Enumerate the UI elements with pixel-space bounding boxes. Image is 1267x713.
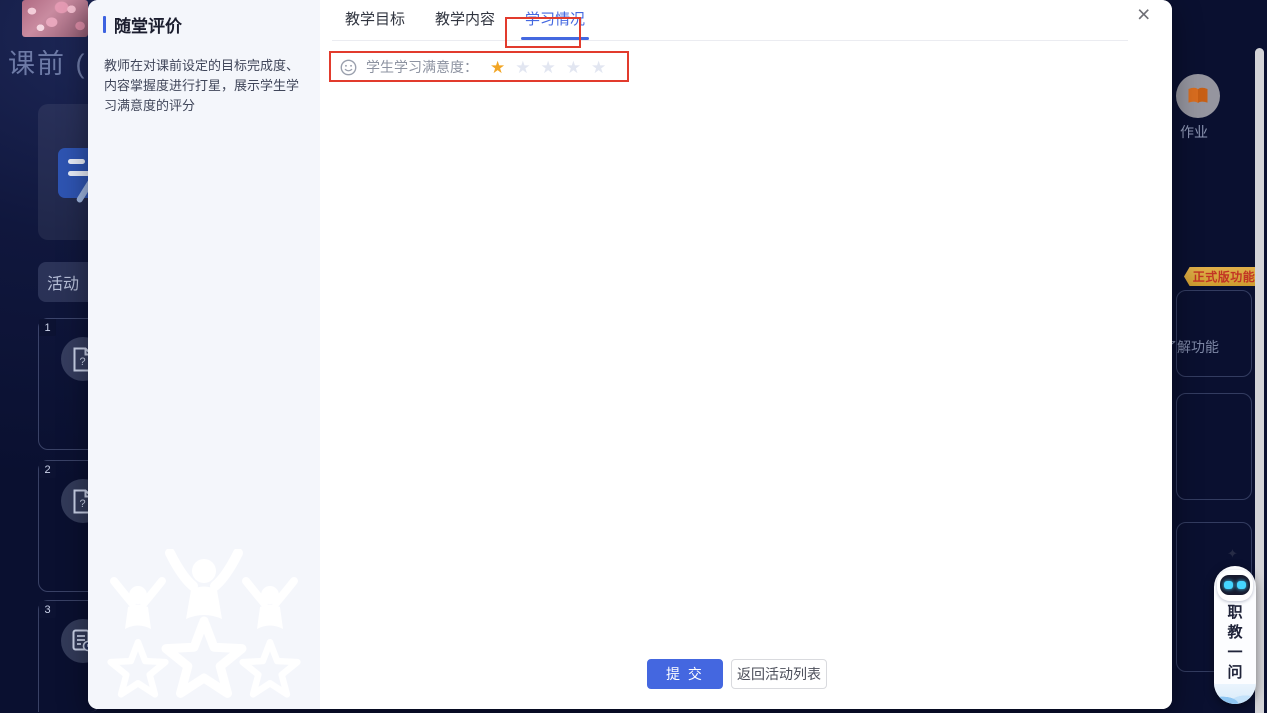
tab-teaching-content[interactable]: 教学内容	[435, 0, 495, 40]
star-icon[interactable]: ★	[566, 59, 581, 76]
pre-class-section-label: 课前 (	[8, 42, 87, 81]
course-cover-image	[22, 0, 88, 37]
activity-pill-label: 活动	[47, 270, 79, 294]
wave-decoration	[1214, 684, 1256, 704]
star-icon[interactable]: ★	[515, 59, 530, 76]
activity-number-badge: 2	[39, 461, 56, 478]
svg-text:?: ?	[79, 356, 85, 368]
sparkle-icon: ✦	[1227, 546, 1238, 562]
assistant-widget[interactable]: 职 教 一 问	[1214, 566, 1256, 704]
star-icon[interactable]: ★	[490, 59, 505, 76]
activity-number-badge: 1	[39, 319, 56, 336]
tab-learning-status[interactable]: 学习情况	[525, 0, 585, 40]
rating-label: 学生学习满意度：	[366, 57, 478, 77]
tabs-row: 教学目标 教学内容 学习情况	[332, 0, 1128, 41]
activity-number-badge: 3	[39, 601, 56, 618]
smiley-icon	[340, 59, 357, 76]
footer-actions: 提 交 返回活动列表	[647, 659, 827, 689]
homework-label: 作业	[1180, 122, 1208, 142]
modal-main: 教学目标 教学内容 学习情况 学生学习满意度： ★ ★ ★ ★	[320, 0, 1172, 709]
back-to-activity-list-button[interactable]: 返回活动列表	[731, 659, 827, 689]
screen: 课前 ( 活动 1 ? 2 ? 3 作业 正式版功能 了解功能 ✦	[0, 0, 1267, 713]
submit-button[interactable]: 提 交	[647, 659, 723, 689]
modal-title: 随堂评价	[114, 12, 182, 37]
star-icon[interactable]: ★	[591, 59, 606, 76]
background-feature-card	[1176, 393, 1252, 500]
close-icon[interactable]: ×	[1137, 2, 1150, 26]
tab-teaching-goals[interactable]: 教学目标	[345, 0, 405, 40]
modal-description: 教师在对课前设定的目标完成度、内容掌握度进行打星，展示学生学习满意度的评分	[104, 56, 306, 116]
celebration-stars-illustration	[98, 549, 310, 709]
svg-text:?: ?	[79, 498, 85, 510]
satisfaction-rating-row: 学生学习满意度： ★ ★ ★ ★ ★	[340, 55, 606, 79]
star-icon[interactable]: ★	[541, 59, 556, 76]
robot-icon	[1217, 570, 1253, 601]
homework-icon[interactable]	[1176, 74, 1220, 118]
title-accent-bar	[103, 16, 106, 33]
in-class-evaluation-modal: 随堂评价 教师在对课前设定的目标完成度、内容掌握度进行打星，展示学生学习满意度的…	[88, 0, 1172, 709]
modal-sidebar: 随堂评价 教师在对课前设定的目标完成度、内容掌握度进行打星，展示学生学习满意度的…	[88, 0, 320, 709]
background-feature-card	[1176, 290, 1252, 377]
assistant-label: 职 教 一 问	[1214, 604, 1256, 681]
official-version-badge: 正式版功能	[1184, 267, 1264, 286]
page-scrollbar[interactable]	[1255, 48, 1264, 713]
star-rating: ★ ★ ★ ★ ★	[490, 59, 606, 76]
